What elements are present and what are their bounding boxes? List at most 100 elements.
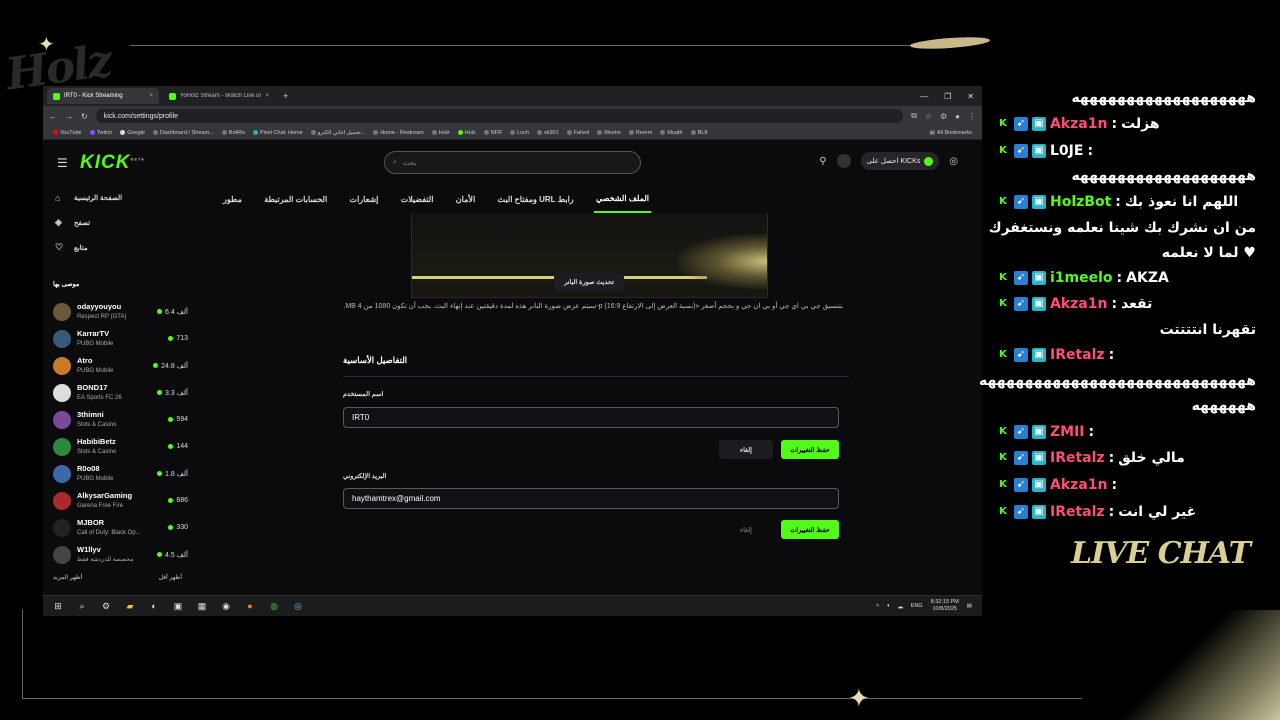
show-less-link[interactable]: أظهر أقل [159,574,182,581]
profile-icon[interactable]: ● [955,112,960,121]
channel-item[interactable]: 3thimni Slots & Casino 594 [43,406,196,433]
avatar[interactable] [836,154,851,168]
live-dot-icon [168,444,174,449]
channel-item[interactable]: BOND17 EA Sports FC 26 3.3 ألف [43,379,196,406]
bookmark-item[interactable]: Dashboard / Stream... [152,130,214,136]
bookmark-item[interactable]: تحميل اغاني الكترو... [310,129,366,136]
bookmark-item[interactable]: YouTube [53,130,82,136]
chat-message: K ➹ ▣ IRetalz : مالي خلق [996,450,1256,466]
search-input[interactable]: ⌕ بحث [384,151,641,174]
email-field[interactable]: haythamtrex@gmail.com [343,488,839,509]
forward-icon[interactable]: → [65,112,73,121]
sidebar-item-home[interactable]: ⌂ الصفحة الرئيسية [43,185,196,210]
search-icon[interactable]: ⌕ [75,601,89,612]
sidebar-item-following[interactable]: ♡ متابع [43,235,196,260]
bookmark-item[interactable]: Twitch [89,130,112,136]
save-username-button[interactable]: حفظ التغييرات [781,440,839,459]
app-icon[interactable]: ▣ [171,601,185,612]
channel-item[interactable]: MJBOR Call of Duty: Black Op... 330 [43,514,196,541]
star-bookmark-icon[interactable]: ☆ [925,112,932,121]
file-explorer-icon[interactable]: ▰ [123,601,137,612]
notification-icon[interactable]: ⚲ [819,156,826,167]
hamburger-menu-icon[interactable]: ☰ [57,156,68,170]
channel-item[interactable]: Atro PUBG Mobile 24.8 ألف [43,352,196,379]
show-more-link[interactable]: أظهر المزيد [53,574,82,581]
tab-kick[interactable]: IRT0 - Kick Streaming × [47,88,159,104]
tab-connected-accounts[interactable]: الحسابات المرتبطة [262,185,329,213]
channel-item[interactable]: KarrarTV PUBG Mobile 713 [43,325,196,352]
bookmark-item[interactable]: BotRix [221,130,245,136]
bookmark-item[interactable]: Holz [457,130,476,136]
reload-icon[interactable]: ↻ [81,112,88,121]
bookmark-item[interactable]: NFR [483,130,502,136]
channel-item[interactable]: HabibiBetz Slots & Casino 144 [43,433,196,460]
obs-icon[interactable]: ◉ [219,601,233,612]
notification-center-icon[interactable]: ▤ [967,603,972,609]
channel-item[interactable]: R0o08 PUBG Mobile 1.8 ألف [43,460,196,487]
live-dot-icon [153,363,159,368]
url-field[interactable]: kick.com/settings/profile [95,109,904,123]
settings-icon[interactable]: ⚙ [99,601,113,612]
minimize-icon[interactable]: — [920,92,928,101]
maximize-icon[interactable]: ❐ [944,92,951,101]
chat-username: IRetalz [1050,450,1105,466]
chevron-up-icon[interactable]: ˄ [876,603,879,609]
username-field[interactable]: IRT0 [343,407,839,428]
cancel-username-button[interactable]: إلغاء [719,440,773,459]
network-icon[interactable]: ▂ [899,603,903,609]
tab-yoholz[interactable]: YoHolz Stream - Watch Live on × [163,88,275,104]
tab-stream-url-key[interactable]: رابط URL ومفتاح البث [495,185,575,213]
kick-badge-icon: K [999,426,1007,437]
channel-name: BOND17 [77,382,108,392]
bookmark-item[interactable]: Mesho [597,130,621,136]
close-icon[interactable]: × [265,93,269,99]
bookmark-item[interactable]: Muath [660,130,683,136]
bookmark-item[interactable]: sk901 [537,130,559,136]
avatar [53,518,71,537]
channel-item[interactable]: W1llyv مخصصة للدردشة فقط 4.5 ألف [43,541,196,568]
get-kicks-button[interactable]: احصل على KICKs [860,152,940,170]
firefox-icon[interactable]: ● [243,601,257,611]
close-icon[interactable]: × [149,93,153,99]
tab-profile[interactable]: الملف الشخصي [593,185,651,213]
chat-bubble-icon[interactable]: ◎ [949,156,958,167]
new-tab-icon[interactable]: + [279,91,292,101]
extension-icon[interactable]: ⚙ [940,112,947,121]
bookmark-item[interactable]: Home - Restream [373,130,424,136]
tab-preferences[interactable]: التفضيلات [399,185,436,213]
app-icon[interactable]: ◐ [147,601,161,611]
channel-item[interactable]: AlkysarGaming Garena Free Fire 686 [43,487,196,514]
save-email-button[interactable]: حفظ التغييرات [781,520,839,539]
windows-taskbar: ⊞ ⌕ ⚙ ▰ ◐ ▣ ▦ ◉ ● ◍ ◎ ˄ 🔈︎ ▂ ENG 8:32:15… [43,595,982,616]
extension-icon[interactable]: ⧉ [911,111,917,121]
tab-notifications[interactable]: إشعارات [348,185,381,213]
update-banner-button[interactable]: تحديث صورة البانر [554,273,624,291]
channel-item[interactable]: odayyouyou Respect RP (GTA) 6.4 ألف [43,298,196,325]
kick-logo[interactable]: KICKBETA [80,152,145,174]
tab-security[interactable]: الأمان [454,185,477,213]
tab-developer[interactable]: مطور [221,185,244,213]
viewer-count-text: 686 [176,497,188,504]
all-bookmarks-button[interactable]: ▤ All Bookmarks [930,130,972,136]
clock[interactable]: 8:32:15 PM 10/8/2025 [931,599,959,613]
bookmark-item[interactable]: Pixel Chat: Home [252,130,303,136]
cancel-email-button[interactable]: إلغاء [719,520,773,539]
windows-start-icon[interactable]: ⊞ [51,601,65,612]
app-icon[interactable]: ▦ [195,601,209,612]
channel-category: EA Sports FC 26 [77,394,122,401]
bookmark-item[interactable]: BL8 [690,130,707,136]
bookmark-item[interactable]: Fahed [566,130,589,136]
back-icon[interactable]: ← [49,112,57,121]
steam-icon[interactable]: ◎ [291,601,305,612]
more-icon[interactable]: ⋮ [968,112,976,121]
bookmark-label: تحميل اغاني الكترو... [317,129,366,136]
language-indicator[interactable]: ENG [911,603,923,609]
speaker-icon[interactable]: 🔈︎ [887,603,890,610]
close-window-icon[interactable]: ✕ [967,92,974,101]
bookmark-item[interactable]: Holz [431,130,450,136]
bookmark-item[interactable]: Google [120,130,145,136]
bookmark-item[interactable]: Loch [510,130,529,136]
chrome-icon[interactable]: ◍ [267,601,281,612]
sidebar-item-browse[interactable]: ◈ تصفح [43,210,196,235]
bookmark-item[interactable]: Reerm [628,130,652,136]
